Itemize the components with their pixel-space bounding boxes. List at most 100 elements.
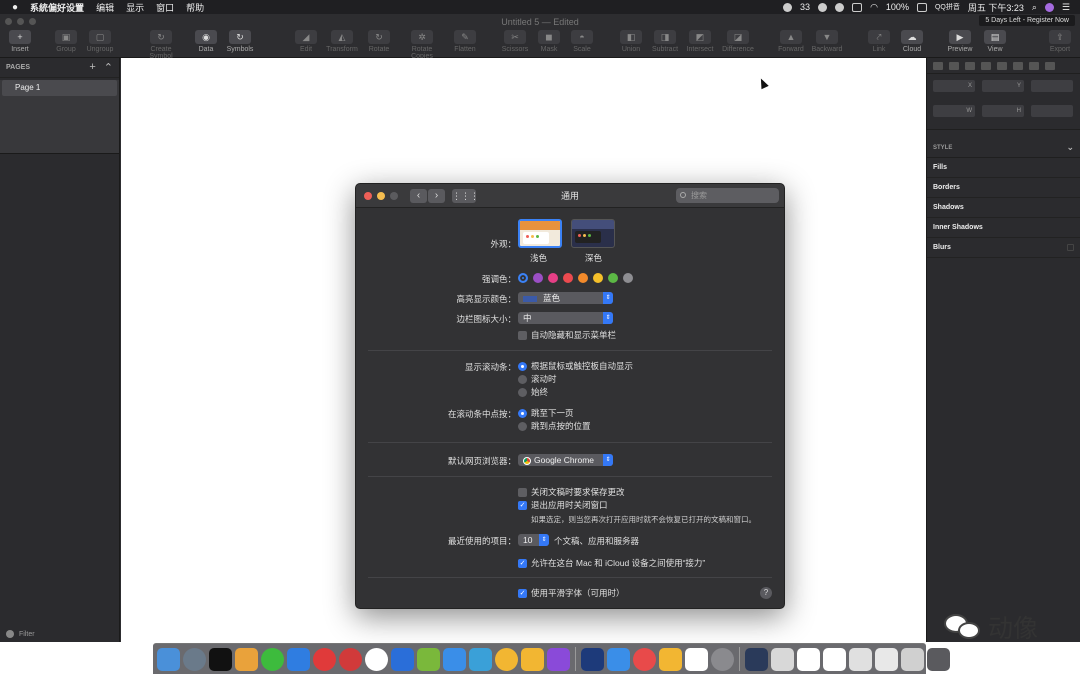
create-symbol-button[interactable]: ↻ Create Symbol	[140, 30, 182, 60]
borders-section[interactable]: Borders	[927, 178, 1080, 198]
recent-items-popup[interactable]: 10 ⇕	[518, 534, 549, 546]
notion-icon[interactable]	[209, 647, 232, 671]
ungroup-button[interactable]: ▢ Ungroup	[80, 30, 120, 57]
trash-icon[interactable]	[927, 647, 950, 671]
help-button[interactable]: ?	[760, 587, 772, 599]
insert-button[interactable]: + Insert	[0, 30, 40, 57]
page-item[interactable]: Page 1	[2, 80, 117, 96]
ask-keep-changes-checkbox[interactable]	[518, 488, 527, 498]
mail-icon[interactable]	[607, 647, 630, 671]
collapse-icon[interactable]: ⌃	[104, 61, 113, 74]
launchpad-icon[interactable]	[183, 647, 206, 671]
align-center-icon[interactable]	[949, 62, 959, 70]
accent-purple[interactable]	[533, 272, 543, 283]
export-button[interactable]: ⇪ Export	[1040, 30, 1080, 57]
preview-icon[interactable]	[685, 647, 708, 671]
intersect-button[interactable]: ◩ Intersect	[680, 30, 720, 57]
auto-hide-menubar-option[interactable]: 自动隐藏和显示菜单栏	[518, 329, 616, 341]
close-windows-checkbox[interactable]: ✓	[518, 501, 527, 511]
xcode-icon[interactable]	[581, 647, 604, 671]
axure-rp-icon[interactable]	[547, 647, 570, 671]
accent-pink[interactable]	[548, 272, 558, 283]
input-method[interactable]: QQ拼音	[935, 2, 960, 12]
fills-section[interactable]: Fills	[927, 158, 1080, 178]
symbols-button[interactable]: ↻ Symbols	[220, 30, 260, 57]
menu-window[interactable]: 窗口	[156, 1, 174, 14]
spotlight-icon[interactable]: ⌕	[1032, 2, 1037, 13]
flip-buttons[interactable]	[1031, 104, 1073, 117]
radio[interactable]	[518, 388, 527, 398]
handoff-option[interactable]: ✓ 允许在这台 Mac 和 iCloud 设备之间使用“接力”	[518, 557, 705, 569]
menu-app-name[interactable]: 系統偏好设置	[30, 1, 84, 14]
align-top-icon[interactable]	[997, 62, 1007, 70]
radio-selected[interactable]	[518, 409, 527, 419]
align-left-icon[interactable]	[933, 62, 943, 70]
w-field[interactable]: W	[933, 104, 975, 117]
instruments-icon[interactable]	[417, 647, 440, 671]
window-thumbnail-6[interactable]	[875, 647, 898, 671]
highlight-color-popup[interactable]: 蓝色 ⇕	[518, 292, 613, 304]
forward-button[interactable]: ▲ Forward	[771, 30, 811, 57]
siri-icon[interactable]	[1044, 2, 1054, 12]
scale-button[interactable]: ◓ Scale	[562, 30, 602, 57]
minimize-button[interactable]	[377, 191, 385, 200]
rotate-copies-button[interactable]: ✲ Rotate Copies	[400, 30, 444, 60]
scrollbar-option-always[interactable]: 始终	[518, 386, 548, 398]
window-thumbnail-1[interactable]	[745, 647, 768, 671]
y-field[interactable]: Y	[982, 80, 1024, 92]
edit-button[interactable]: ◢ Edit	[286, 30, 326, 57]
shadows-section[interactable]: Shadows	[927, 198, 1080, 218]
cloud-button[interactable]: ☁ Cloud	[892, 30, 932, 57]
sidebar-icon-size-popup[interactable]: 中 ⇕	[518, 312, 613, 324]
radio-selected[interactable]	[518, 362, 527, 372]
scrollbar-option-scrolling[interactable]: 滚动时	[518, 373, 557, 385]
add-page-icon[interactable]: +	[89, 61, 95, 74]
sketch-icon[interactable]	[521, 647, 544, 671]
battery-percent[interactable]: 100%	[886, 2, 909, 12]
airplay-icon[interactable]	[852, 2, 863, 12]
window-thumbnail-2[interactable]	[771, 647, 794, 671]
radio[interactable]	[518, 375, 527, 385]
accent-blue[interactable]	[518, 272, 528, 283]
netease-music-icon[interactable]	[339, 647, 362, 671]
back-icon[interactable]: ‹	[410, 188, 427, 203]
accent-green[interactable]	[608, 272, 618, 283]
sketch-alt-icon[interactable]	[659, 647, 682, 671]
wifi-icon[interactable]: ◠	[870, 2, 878, 13]
scrollbar-option-auto[interactable]: 根据鼠标或触控板自动显示	[518, 360, 633, 372]
menu-edit[interactable]: 编辑	[96, 1, 114, 14]
wechat-icon[interactable]	[287, 647, 310, 671]
font-smoothing-option[interactable]: ✓ 使用平滑字体（可用时）	[518, 587, 625, 599]
auto-hide-checkbox[interactable]	[518, 331, 527, 341]
record-icon[interactable]	[783, 2, 793, 12]
sync-icon[interactable]	[835, 2, 845, 12]
show-all-grid-icon[interactable]: ⋮⋮⋮	[452, 188, 479, 203]
blurs-section[interactable]: Blurs	[927, 238, 1080, 258]
align-bottom-icon[interactable]	[1029, 62, 1039, 70]
align-middle-icon[interactable]	[1013, 62, 1023, 70]
transporter-icon[interactable]	[469, 647, 492, 671]
notification-count[interactable]: 33	[800, 2, 810, 12]
window-thumbnail-4[interactable]	[823, 647, 846, 671]
scroll-click-next-page[interactable]: 跳至下一页	[518, 407, 574, 419]
radio[interactable]	[518, 422, 527, 432]
subtract-button[interactable]: ◨ Subtract	[645, 30, 685, 57]
dark-mode-thumbnail[interactable]	[571, 219, 615, 248]
system-preferences-icon[interactable]	[711, 647, 734, 671]
ask-keep-changes-option[interactable]: 关闭文稿时要求保存更改	[518, 486, 625, 498]
accent-orange[interactable]	[578, 272, 588, 283]
light-mode-thumbnail[interactable]	[518, 219, 562, 248]
notification-center-icon[interactable]: ☰	[1062, 2, 1070, 13]
x-field[interactable]: X	[933, 80, 975, 92]
default-browser-popup[interactable]: Google Chrome ⇕	[518, 454, 613, 466]
distribute-h-icon[interactable]	[981, 62, 991, 70]
difference-button[interactable]: ◪ Difference	[718, 30, 758, 57]
recorder-icon[interactable]	[365, 647, 388, 671]
close-windows-option[interactable]: ✓ 退出应用时关闭窗口	[518, 499, 608, 511]
align-right-icon[interactable]	[965, 62, 975, 70]
scroll-click-spot[interactable]: 跳到点按的位置	[518, 420, 591, 432]
quicktime-icon[interactable]	[495, 647, 518, 671]
flatten-button[interactable]: ✎ Flatten	[445, 30, 485, 57]
handoff-checkbox[interactable]: ✓	[518, 559, 527, 569]
finder-icon[interactable]	[157, 647, 180, 671]
